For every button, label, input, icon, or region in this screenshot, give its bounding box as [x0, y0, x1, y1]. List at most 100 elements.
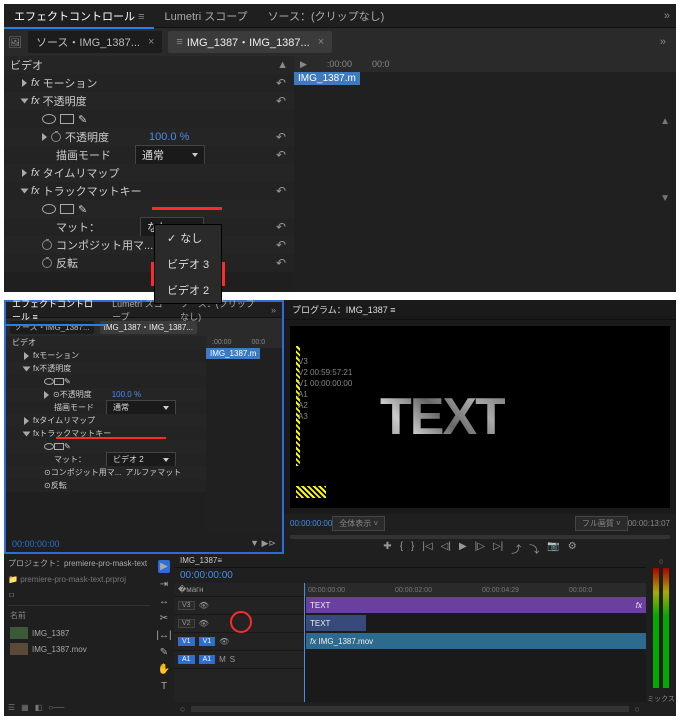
dropdown-item-video2[interactable]: ビデオ 2 [155, 277, 221, 303]
track-v1-header[interactable]: V1V1👁 [174, 633, 304, 651]
source-chip-1[interactable]: ソース・IMG_1387...× [28, 31, 162, 53]
reverse-row[interactable]: ⊙ 反転 [6, 479, 206, 492]
freeform-icon[interactable]: ◧ [35, 703, 43, 712]
blend-dropdown[interactable]: 通常 [106, 400, 176, 415]
close-icon[interactable]: × [148, 36, 154, 48]
timeline-ruler[interactable]: 00:00:00:00 00:00:02:00 00:00:04:29 00:0… [304, 583, 646, 597]
timeline-timecode[interactable]: 00:00:00:00 [174, 568, 646, 583]
track-select-icon[interactable]: ⇥ [160, 579, 168, 590]
ripple-tool-icon[interactable]: ↔ [159, 596, 169, 607]
zoom-slider[interactable]: ○── [48, 703, 64, 712]
timeline-clip[interactable]: IMG_1387.m [294, 72, 360, 85]
tabs-overflow[interactable]: » [265, 305, 282, 315]
zoom-slider[interactable] [191, 706, 628, 712]
pen-mask-icon[interactable]: ✎ [78, 203, 87, 216]
matte-dropdown[interactable]: ビデオ 2 [106, 452, 176, 467]
timeline-ruler[interactable]: ▶:00:0000:0 [294, 56, 676, 72]
opacity-effect[interactable]: fx 不透明度 [6, 362, 206, 375]
disclosure-icon[interactable] [21, 99, 29, 104]
opacity-effect[interactable]: fx 不透明度 [4, 92, 294, 110]
track-matte-effect[interactable]: fx トラックマットキー [4, 182, 294, 200]
time-remap-effect[interactable]: fx タイムリマップ [4, 164, 294, 182]
collapse-icon[interactable]: ▲ [277, 59, 288, 71]
fit-dropdown[interactable]: 全体表示 ˅ [332, 516, 385, 531]
ellipse-mask-icon[interactable] [42, 114, 56, 124]
timeline-tab[interactable]: IMG_1387 ≡ [174, 554, 646, 568]
disclosure-icon[interactable] [21, 189, 29, 194]
playhead[interactable] [304, 583, 305, 702]
reset-icon[interactable] [276, 238, 288, 252]
clip-v2-text[interactable]: TEXT [306, 615, 366, 631]
composite-row: コンポジット用マ... [4, 236, 294, 254]
timecode[interactable]: 00:00:00:00 [12, 539, 60, 549]
list-view-icon[interactable]: ☰ [8, 703, 15, 712]
tab-source[interactable]: ソース：(クリップなし) [258, 4, 395, 28]
time-remap[interactable]: fx タイムリマップ [6, 414, 206, 427]
effect-controls-panel-small: エフェクトコントロール ≡ Lumetri スコープ ソース：(クリップなし) … [4, 300, 284, 554]
video-section-header[interactable]: ビデオ▲ [4, 56, 294, 74]
dropdown-item-none[interactable]: なし [155, 225, 221, 251]
tabs-overflow[interactable]: » [658, 10, 676, 22]
scrubber[interactable] [290, 535, 670, 539]
close-icon[interactable]: × [318, 36, 324, 48]
disclosure-icon[interactable] [22, 169, 27, 177]
motion-effect[interactable]: fx モーション [6, 349, 206, 362]
icon-view-icon[interactable]: ▦ [21, 703, 29, 712]
zoom-out-icon[interactable]: ○ [180, 704, 185, 714]
reverse-row[interactable]: 反転 [4, 254, 294, 272]
razor-tool-icon[interactable]: ✂ [160, 613, 168, 624]
dropdown-item-video3[interactable]: ビデオ 3 [155, 251, 221, 277]
type-tool-icon[interactable]: T [161, 681, 167, 692]
tab-lumetri[interactable]: Lumetri スコープ [154, 4, 257, 28]
pen-mask-icon[interactable]: ✎ [78, 113, 87, 126]
reset-icon[interactable] [276, 184, 288, 198]
tc-left[interactable]: 00:00:00:00 [290, 519, 332, 528]
timeline-tracks[interactable]: 00:00:00:00 00:00:02:00 00:00:04:29 00:0… [304, 583, 646, 702]
track-a1-header[interactable]: A1A1MS [174, 651, 304, 669]
rect-mask-icon[interactable] [60, 204, 74, 214]
filter-icon[interactable]: ▼ ▶⊳ [250, 538, 276, 549]
zoom-in-icon[interactable]: ○ [635, 704, 640, 714]
reset-icon[interactable] [276, 256, 288, 270]
project-tab[interactable]: プロジェクト：premiere-pro-mask-text [8, 558, 150, 569]
slip-tool-icon[interactable]: |↔| [156, 630, 171, 641]
tab-effect-controls[interactable]: エフェクトコントロール ≡ [4, 4, 154, 28]
keyframe-timeline[interactable]: ▶:00:0000:0 IMG_1387.m ▲▼ [294, 56, 676, 292]
opacity-value[interactable]: 100.0 % [149, 131, 189, 143]
rect-mask-icon[interactable] [60, 114, 74, 124]
project-panel: プロジェクト：premiere-pro-mask-text 📁 premiere… [4, 554, 154, 716]
blend-mode-dropdown[interactable]: 通常 [135, 145, 205, 165]
clip-v1-movie[interactable]: fx IMG_1387.mov [306, 633, 646, 649]
pen-tool-icon[interactable]: ✎ [160, 647, 168, 658]
stopwatch-icon[interactable] [42, 240, 52, 250]
stopwatch-icon[interactable] [51, 132, 61, 142]
chip-overflow[interactable]: » [654, 36, 672, 48]
mask-tools-row: ✎ [4, 110, 294, 128]
snap-icon[interactable]: �магн [178, 585, 204, 594]
reset-icon[interactable] [276, 94, 288, 108]
reset-icon[interactable] [276, 220, 288, 234]
source-chip-2[interactable]: ≡IMG_1387・IMG_1387...× [168, 31, 332, 53]
project-item-clip[interactable]: IMG_1387.mov [8, 641, 150, 657]
name-column-header[interactable]: 名前 [8, 606, 150, 625]
clip-tag[interactable]: IMG_1387.m [206, 348, 260, 359]
reset-icon[interactable] [276, 76, 288, 90]
reset-icon[interactable] [276, 148, 288, 162]
opacity-value-row[interactable]: 不透明度100.0 % [4, 128, 294, 146]
disclosure-icon[interactable] [42, 133, 47, 141]
program-viewer[interactable]: V3 V2 00:59:57:21 V1 00:00:00:00 A1 A2 A… [290, 326, 670, 508]
hand-tool-icon[interactable]: ✋ [158, 664, 170, 675]
quality-dropdown[interactable]: フル画質 ˅ [575, 516, 628, 531]
clip-v3-text[interactable]: TEXTfx [306, 597, 646, 613]
motion-effect[interactable]: fx モーション [4, 74, 294, 92]
disclosure-icon[interactable] [22, 79, 27, 87]
blend-mode-row: 描画モード通常 [4, 146, 294, 164]
ellipse-mask-icon[interactable] [42, 204, 56, 214]
project-item-sequence[interactable]: IMG_1387 [8, 625, 150, 641]
tab-effect-controls[interactable]: エフェクトコントロール ≡ [6, 295, 106, 325]
video-header[interactable]: ビデオ [6, 336, 206, 349]
selection-tool-icon[interactable]: ▶ [158, 560, 170, 573]
reset-icon[interactable] [276, 130, 288, 144]
stopwatch-icon[interactable] [42, 258, 52, 268]
program-tab[interactable]: プログラム：IMG_1387 ≡ [284, 300, 676, 320]
